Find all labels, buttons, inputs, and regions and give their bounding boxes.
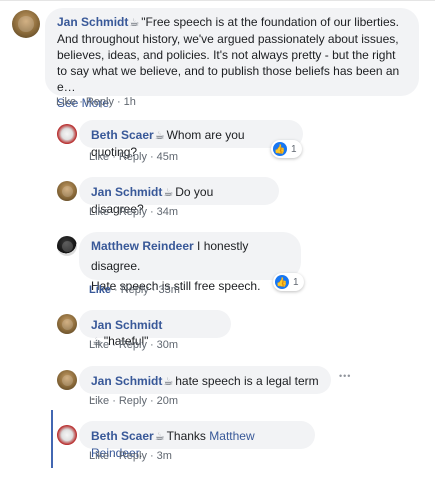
reply-link[interactable]: Reply (119, 151, 147, 163)
avatar[interactable] (57, 124, 77, 144)
comment-actions: Like · Reply · 3m (89, 450, 172, 462)
avatar[interactable] (57, 236, 77, 256)
like-link[interactable]: Like (89, 206, 109, 218)
timestamp[interactable]: 30m (157, 339, 178, 351)
reaction-count: 1 (293, 276, 299, 288)
like-link[interactable]: Like (89, 450, 109, 462)
reply-link[interactable]: Reply (119, 395, 147, 407)
timestamp[interactable]: 3m (157, 450, 172, 462)
cup-icon: ☕ (163, 187, 174, 199)
comment-bubble: Beth Scaer☕ Whom are you quoting? (79, 120, 303, 159)
comment-author[interactable]: Jan Schmidt (57, 15, 128, 29)
comment-author[interactable]: Jan Schmidt (91, 318, 162, 332)
comment-actions: Like · Reply · 20m (89, 395, 179, 407)
reply-link[interactable]: Reply (119, 339, 147, 351)
comment-author[interactable]: Jan Schmidt (91, 374, 162, 388)
new-reply-highlight-bar (51, 410, 53, 468)
comment-author[interactable]: Beth Scaer (91, 429, 154, 443)
like-link[interactable]: Like (89, 284, 111, 296)
comment-bubble: Jan Schmidt☕ Do you disagree? (79, 177, 279, 216)
reply-link[interactable]: Reply (86, 96, 114, 108)
like-link[interactable]: Like (89, 395, 109, 407)
comment-actions: Like · Reply · 33m (89, 284, 180, 296)
more-options-icon[interactable]: ••• (339, 371, 351, 381)
comment-bubble: Matthew Reindeer I honestly disagree. Ha… (79, 232, 301, 293)
like-link[interactable]: Like (89, 339, 109, 351)
cup-icon: ☕ (129, 17, 140, 29)
like-reaction-icon: 👍 (273, 142, 287, 156)
comment-actions: Like · Reply · 1h (56, 96, 136, 108)
timestamp[interactable]: 20m (157, 395, 178, 407)
cup-icon: ☕ (154, 431, 165, 443)
comment-actions: Like · Reply · 30m (89, 339, 179, 351)
comment-text: Thanks (166, 429, 206, 443)
avatar[interactable] (12, 10, 40, 38)
comment-actions: Like · Reply · 45m (89, 151, 179, 163)
reaction-count: 1 (291, 143, 297, 155)
reaction-badge[interactable]: 👍 1 (273, 273, 304, 291)
comment-bubble: Jan Schmidt☕ hate speech is a legal term … (79, 366, 331, 405)
like-link[interactable]: Like (89, 151, 109, 163)
avatar[interactable] (57, 370, 77, 390)
top-divider (0, 0, 435, 1)
comment-bubble: Beth Scaer☕ Thanks Matthew Reindeer. (79, 421, 315, 460)
reply-link[interactable]: Reply (119, 206, 147, 218)
reply-link[interactable]: Reply (121, 284, 149, 296)
timestamp[interactable]: 45m (157, 151, 178, 163)
comment-author[interactable]: Matthew Reindeer (91, 239, 194, 253)
reply-link[interactable]: Reply (119, 450, 147, 462)
timestamp[interactable]: 1h (124, 96, 136, 108)
cup-icon: ☕ (154, 130, 165, 142)
avatar[interactable] (57, 314, 77, 334)
reaction-badge[interactable]: 👍 1 (271, 140, 302, 158)
like-link[interactable]: Like (56, 96, 76, 108)
cup-icon: ☕ (163, 376, 174, 388)
avatar[interactable] (57, 181, 77, 201)
comment-author[interactable]: Beth Scaer (91, 128, 154, 142)
comment-author[interactable]: Jan Schmidt (91, 185, 162, 199)
comment-bubble: Jan Schmidt☕ "Free speech is at the found… (45, 8, 419, 110)
timestamp[interactable]: 33m (158, 284, 179, 296)
comment-actions: Like · Reply · 34m (89, 206, 179, 218)
timestamp[interactable]: 34m (157, 206, 178, 218)
avatar[interactable] (57, 425, 77, 445)
comment-bubble: Jan Schmidt☕ "hateful" (79, 310, 231, 348)
like-reaction-icon: 👍 (275, 275, 289, 289)
